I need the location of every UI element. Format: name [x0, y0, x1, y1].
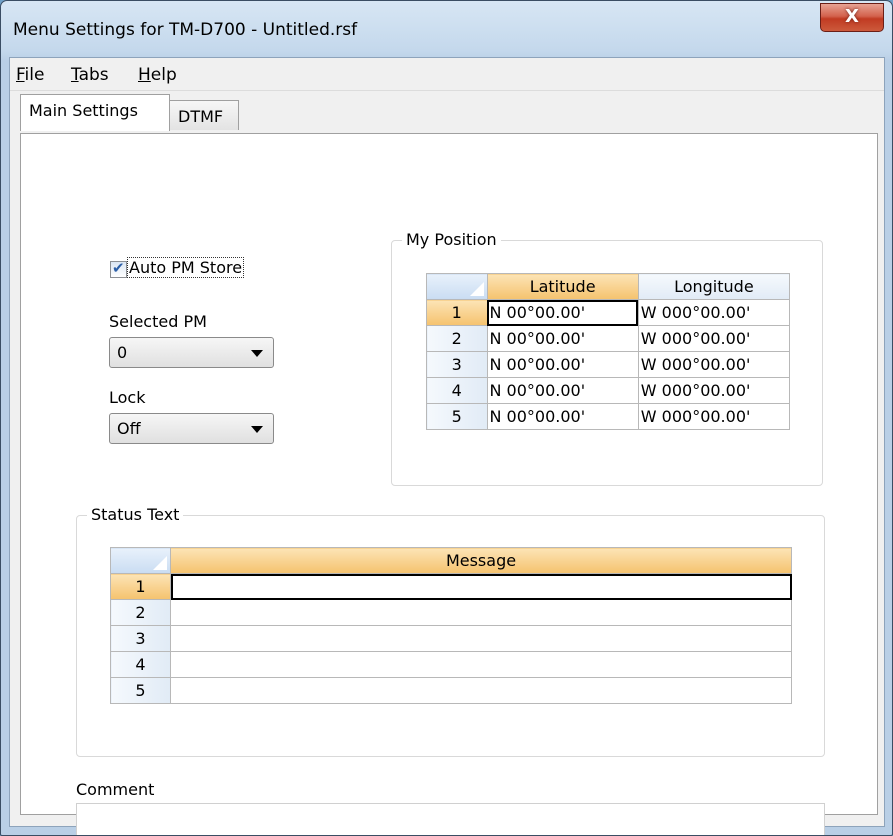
status-text-grid: Message 1 2 3 4 5: [110, 547, 792, 704]
table-row: 3 N 00°00.00' W 000°00.00': [426, 351, 791, 378]
corner-triangle-icon: [469, 282, 484, 296]
select-all-corner[interactable]: [110, 547, 171, 574]
table-row: 1: [110, 573, 792, 600]
table-row: 5: [110, 677, 792, 704]
comment-label: Comment: [76, 780, 155, 799]
menu-help-accelerator: H: [138, 65, 151, 85]
message-cell[interactable]: [170, 599, 792, 626]
row-header[interactable]: 5: [426, 403, 488, 430]
lock-label: Lock: [109, 388, 146, 407]
latitude-cell[interactable]: N 00°00.00': [486, 351, 639, 378]
table-row: 2: [110, 599, 792, 626]
row-header[interactable]: 5: [110, 677, 171, 704]
comment-field[interactable]: [76, 803, 825, 835]
my-position-group: My Position Latitude Longitude 1 N 00°00…: [391, 230, 823, 486]
tab-dtmf[interactable]: DTMF: [169, 100, 239, 130]
column-header-longitude[interactable]: Longitude: [637, 273, 791, 300]
window-title: Menu Settings for TM-D700 - Untitled.rsf: [13, 20, 358, 40]
message-cell[interactable]: [170, 677, 792, 704]
lock-dropdown[interactable]: Off: [109, 413, 274, 444]
menu-tabs-label: abs: [78, 65, 109, 85]
client-area: File Tabs Help Main Settings DTMF ✔ Auto…: [9, 57, 885, 835]
message-cell[interactable]: [170, 573, 792, 600]
latitude-cell[interactable]: N 00°00.00': [486, 325, 639, 352]
close-icon: X: [845, 6, 859, 27]
tab-strip: Main Settings DTMF: [10, 94, 884, 136]
row-header[interactable]: 3: [426, 351, 488, 378]
message-cell[interactable]: [170, 625, 792, 652]
menu-file-label: ile: [24, 65, 45, 85]
table-row: 3: [110, 625, 792, 652]
table-row: 1 N 00°00.00' W 000°00.00': [426, 299, 791, 326]
menu-help-label: elp: [150, 65, 177, 85]
chevron-down-icon: [251, 426, 263, 433]
selected-pm-dropdown[interactable]: 0: [109, 337, 274, 368]
table-row: 2 N 00°00.00' W 000°00.00': [426, 325, 791, 352]
selected-pm-value: 0: [117, 343, 128, 362]
longitude-cell[interactable]: W 000°00.00': [637, 299, 791, 326]
status-text-label: Status Text: [87, 505, 184, 524]
row-header[interactable]: 4: [426, 377, 488, 404]
lock-value: Off: [117, 419, 141, 438]
main-settings-panel: ✔ Auto PM Store Selected PM 0 Lock Off M…: [20, 133, 878, 835]
row-header[interactable]: 3: [110, 625, 171, 652]
column-header-message[interactable]: Message: [170, 547, 792, 574]
column-header-latitude[interactable]: Latitude: [486, 273, 639, 300]
auto-pm-store-label[interactable]: Auto PM Store: [126, 257, 245, 278]
status-text-group: Status Text Message 1 2 3 4 5: [76, 505, 825, 757]
close-button[interactable]: X: [820, 3, 884, 32]
longitude-cell[interactable]: W 000°00.00': [637, 351, 791, 378]
auto-pm-store-checkbox[interactable]: ✔: [110, 259, 127, 278]
row-header[interactable]: 4: [110, 651, 171, 678]
menu-tabs[interactable]: Tabs: [71, 65, 109, 85]
row-header[interactable]: 1: [426, 299, 488, 326]
latitude-cell[interactable]: N 00°00.00': [486, 299, 639, 326]
menu-file-accelerator: F: [16, 65, 25, 85]
row-header[interactable]: 1: [110, 573, 171, 600]
table-row: 4: [110, 651, 792, 678]
corner-triangle-icon: [153, 556, 167, 570]
table-row: 4 N 00°00.00' W 000°00.00': [426, 377, 791, 404]
longitude-cell[interactable]: W 000°00.00': [637, 403, 791, 430]
latitude-cell[interactable]: N 00°00.00': [486, 377, 639, 404]
menu-tabs-accelerator: T: [71, 65, 79, 85]
app-window: Menu Settings for TM-D700 - Untitled.rsf…: [0, 0, 893, 836]
chevron-down-icon: [251, 350, 263, 357]
message-cell[interactable]: [170, 651, 792, 678]
grid-header-row: Message: [110, 547, 792, 574]
row-header[interactable]: 2: [110, 599, 171, 626]
table-row: 5 N 00°00.00' W 000°00.00': [426, 403, 791, 430]
menu-help[interactable]: Help: [138, 65, 177, 85]
tab-main-settings-label: Main Settings: [29, 101, 138, 120]
row-header[interactable]: 2: [426, 325, 488, 352]
my-position-grid: Latitude Longitude 1 N 00°00.00' W 000°0…: [426, 273, 791, 430]
tab-dtmf-label: DTMF: [178, 107, 224, 126]
menu-bar: File Tabs Help: [10, 58, 884, 91]
tab-main-settings[interactable]: Main Settings: [20, 94, 170, 131]
select-all-corner[interactable]: [426, 273, 488, 300]
menu-file[interactable]: File: [16, 65, 44, 85]
grid-header-row: Latitude Longitude: [426, 273, 791, 300]
selected-pm-label: Selected PM: [109, 312, 207, 331]
my-position-label: My Position: [402, 230, 501, 249]
title-bar[interactable]: Menu Settings for TM-D700 - Untitled.rsf…: [1, 1, 892, 57]
checkmark-icon: ✔: [112, 259, 125, 277]
latitude-cell[interactable]: N 00°00.00': [486, 403, 639, 430]
longitude-cell[interactable]: W 000°00.00': [637, 325, 791, 352]
longitude-cell[interactable]: W 000°00.00': [637, 377, 791, 404]
